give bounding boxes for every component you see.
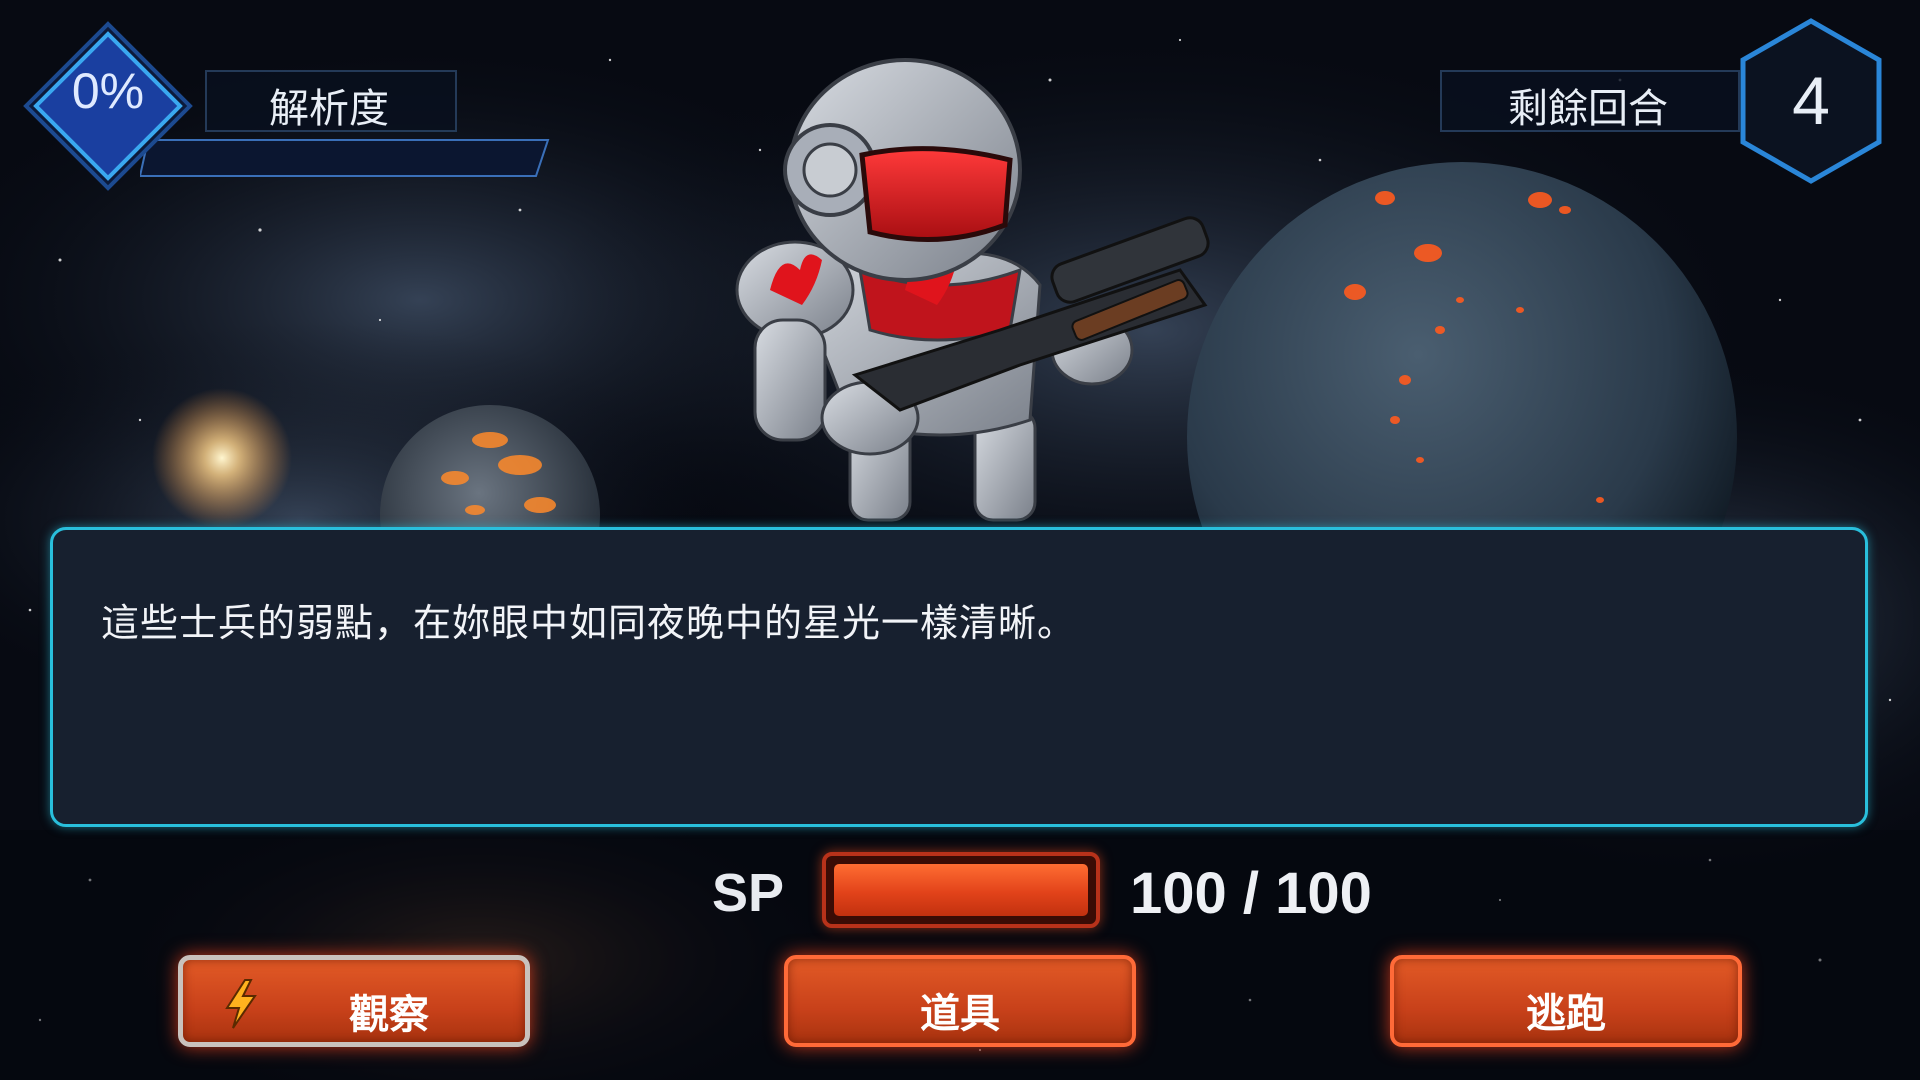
sp-label: SP	[712, 863, 785, 923]
observe-button[interactable]: 觀察	[178, 955, 530, 1047]
dialog-text: 這些士兵的弱點，在妳眼中如同夜晚中的星光一樣清晰。	[101, 601, 1077, 645]
item-button[interactable]: 道具	[784, 955, 1136, 1047]
analysis-percent: 0%	[71, 63, 145, 119]
sp-fill	[834, 864, 1088, 916]
analysis-progress-bar	[140, 139, 550, 177]
item-button-label: 道具	[920, 991, 1000, 1037]
analysis-label: 解析度	[269, 86, 389, 132]
observe-button-label: 觀察	[349, 992, 429, 1038]
remaining-turns-value: 4	[1792, 63, 1830, 139]
flee-button-label: 逃跑	[1526, 991, 1606, 1037]
sp-value: 100 / 100	[1130, 861, 1372, 926]
dialog-box[interactable]: 這些士兵的弱點，在妳眼中如同夜晚中的星光一樣清晰。	[50, 527, 1868, 827]
sp-gauge	[822, 852, 1100, 928]
remaining-turns-label: 剩餘回合	[1508, 86, 1668, 132]
flee-button[interactable]: 逃跑	[1390, 955, 1742, 1047]
sp-track	[834, 864, 1088, 916]
